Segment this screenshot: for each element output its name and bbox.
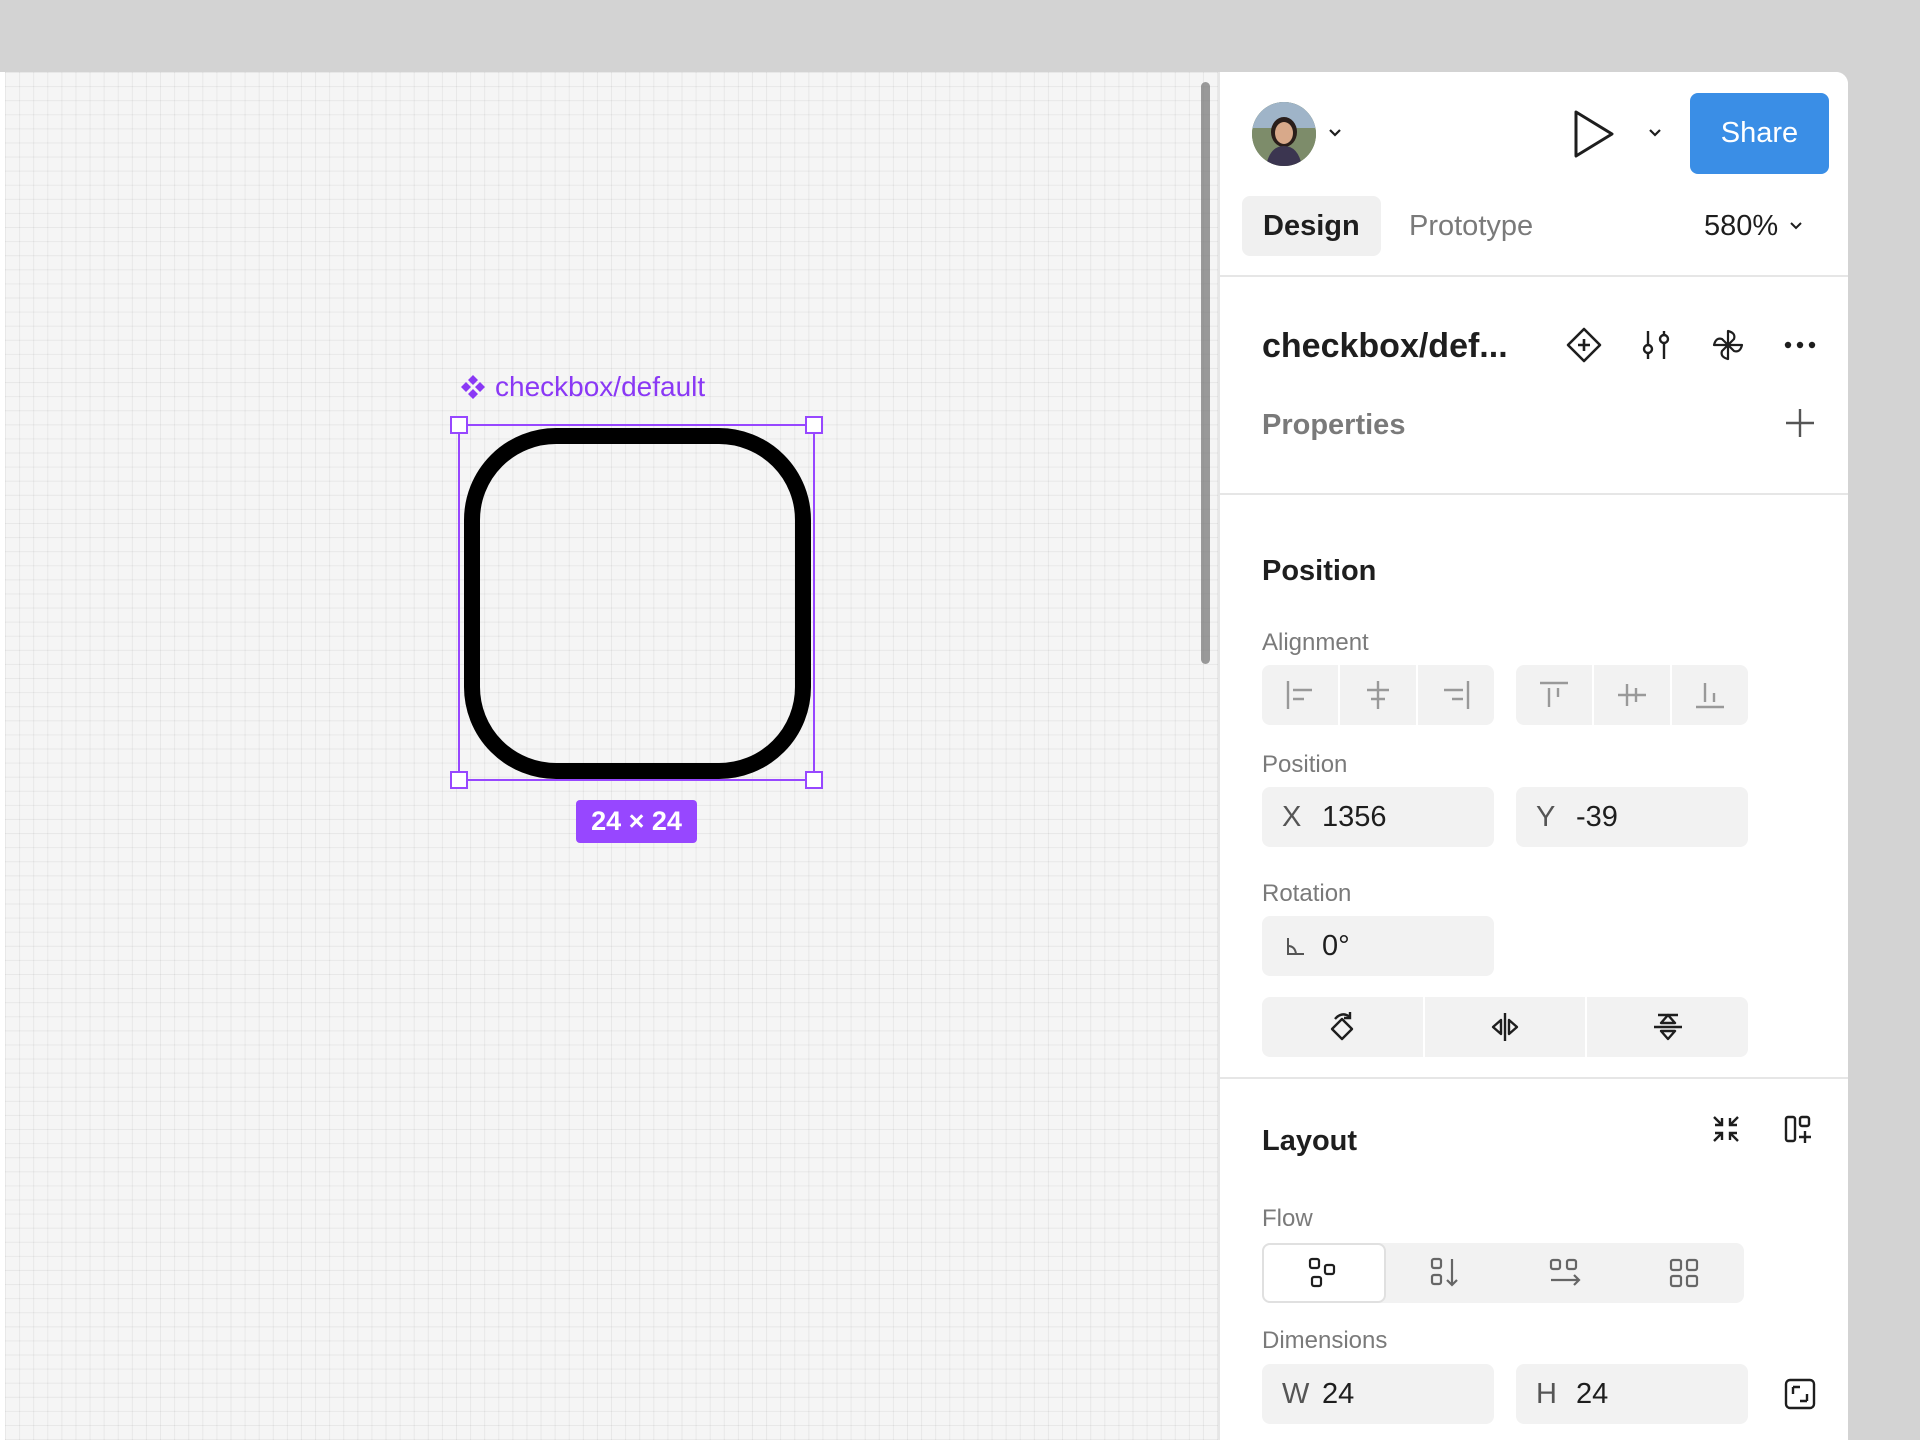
resize-handle-top-left[interactable] (450, 416, 468, 434)
grid-layout-icon (1670, 1258, 1699, 1288)
align-left-button[interactable] (1262, 665, 1340, 725)
align-right-button[interactable] (1418, 665, 1494, 725)
share-button[interactable]: Share (1690, 93, 1829, 174)
avatar-image-icon (1252, 102, 1316, 166)
width-field[interactable]: W 24 (1262, 1364, 1494, 1424)
alignment-label: Alignment (1262, 629, 1369, 656)
flip-horizontal-icon (1491, 1013, 1519, 1041)
w-label: W (1282, 1377, 1310, 1410)
panel-header: Share Design Prototype 580% (1220, 72, 1848, 277)
app-window: checkbox/default 24 × 24 Share Design Pr… (0, 72, 1848, 1440)
component-section: checkbox/def... Properties (1220, 279, 1848, 495)
frame-label[interactable]: checkbox/default (459, 370, 705, 404)
vertical-align-group (1516, 665, 1748, 725)
position-section: Position Alignment Position X 1356 Y -39… (1220, 497, 1848, 1079)
resize-handle-bottom-right[interactable] (805, 771, 823, 789)
horizontal-layout-icon (1549, 1258, 1581, 1286)
properties-label: Properties (1262, 409, 1406, 441)
flip-vertical-button[interactable] (1587, 997, 1748, 1057)
dimensions-label: Dimensions (1262, 1327, 1388, 1354)
align-bottom-icon (1696, 683, 1724, 709)
flip-vertical-icon (1653, 1013, 1682, 1041)
chevron-down-icon[interactable] (1646, 124, 1664, 142)
resize-handle-top-right[interactable] (805, 416, 823, 434)
rotation-field[interactable]: 0° (1262, 916, 1494, 976)
h-label: H (1536, 1377, 1557, 1410)
angle-icon (1287, 938, 1304, 955)
tab-design[interactable]: Design (1242, 196, 1381, 256)
chevron-down-icon (1790, 222, 1802, 230)
add-property-icon[interactable] (1780, 403, 1820, 443)
rotation-label: Rotation (1262, 880, 1352, 907)
flow-label: Flow (1262, 1205, 1313, 1232)
align-horizontal-center-icon (1367, 681, 1389, 709)
y-value: -39 (1576, 800, 1618, 833)
tab-prototype[interactable]: Prototype (1388, 196, 1554, 256)
zoom-dropdown[interactable]: 580% (1704, 196, 1804, 256)
play-icon[interactable] (1570, 108, 1616, 160)
chevron-down-icon[interactable] (1326, 124, 1344, 142)
adjust-sliders-icon[interactable] (1634, 323, 1678, 367)
flow-grid-button[interactable] (1625, 1243, 1745, 1303)
align-horizontal-center-button[interactable] (1340, 665, 1418, 725)
collapse-icon[interactable] (1704, 1107, 1748, 1151)
add-auto-layout-icon[interactable] (1778, 1107, 1822, 1151)
w-value: 24 (1322, 1377, 1355, 1410)
user-avatar[interactable] (1252, 102, 1316, 166)
position-section-title: Position (1262, 555, 1377, 587)
canvas[interactable]: checkbox/default 24 × 24 (5, 72, 1218, 1440)
layout-section: Layout Flow Dimensions W 24 H 24 (1220, 1081, 1848, 1440)
position-label: Position (1262, 751, 1348, 778)
align-top-icon (1540, 681, 1568, 707)
component-instance-icon[interactable] (1562, 323, 1606, 367)
y-label: Y (1536, 800, 1556, 833)
canvas-scrollbar[interactable] (1201, 82, 1210, 664)
rotate-90-button[interactable] (1262, 997, 1425, 1057)
flip-horizontal-button[interactable] (1425, 997, 1588, 1057)
frame-label-text: checkbox/default (495, 371, 706, 402)
x-value: 1356 (1322, 800, 1387, 833)
align-bottom-button[interactable] (1672, 665, 1748, 725)
flow-freeform-button[interactable] (1262, 1243, 1386, 1303)
align-vertical-center-icon (1618, 684, 1646, 706)
h-value: 24 (1576, 1377, 1609, 1410)
flow-horizontal-button[interactable] (1505, 1243, 1625, 1303)
align-left-icon (1286, 681, 1312, 709)
vertical-layout-icon (1431, 1257, 1459, 1287)
x-label: X (1282, 800, 1302, 833)
size-badge: 24 × 24 (576, 800, 697, 843)
properties-panel: Share Design Prototype 580% checkbox/def… (1218, 72, 1848, 1440)
resize-to-fit-icon[interactable] (1778, 1372, 1822, 1416)
selection-box[interactable] (450, 416, 823, 789)
horizontal-align-group (1262, 665, 1494, 725)
checkbox-shape[interactable] (464, 428, 811, 779)
align-vertical-center-button[interactable] (1594, 665, 1672, 725)
flow-group (1262, 1243, 1744, 1303)
height-field[interactable]: H 24 (1516, 1364, 1748, 1424)
freeform-layout-icon (1308, 1257, 1335, 1288)
align-right-icon (1444, 681, 1470, 709)
zoom-value: 580% (1704, 209, 1779, 242)
more-options-icon[interactable] (1778, 323, 1822, 367)
component-icon (461, 375, 485, 399)
x-position-field[interactable]: X 1356 (1262, 787, 1494, 847)
layout-section-title: Layout (1262, 1125, 1358, 1157)
flow-vertical-button[interactable] (1386, 1243, 1506, 1303)
rotation-value: 0° (1322, 929, 1350, 962)
transform-group (1262, 997, 1748, 1057)
pinwheel-icon[interactable] (1706, 323, 1750, 367)
align-top-button[interactable] (1516, 665, 1594, 725)
component-title[interactable]: checkbox/def... (1262, 327, 1508, 366)
rotate-icon (1331, 1012, 1354, 1041)
y-position-field[interactable]: Y -39 (1516, 787, 1748, 847)
resize-handle-bottom-left[interactable] (450, 771, 468, 789)
